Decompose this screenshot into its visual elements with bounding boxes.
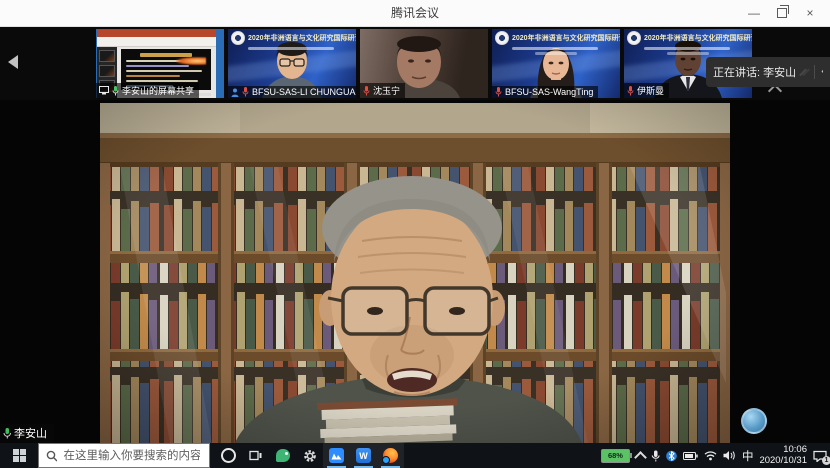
main-speaker-label: 李安山: [0, 424, 54, 443]
windows-taskbar: W 68%: [0, 443, 830, 468]
conference-session-line: [667, 52, 709, 55]
task-view-icon: [249, 449, 262, 462]
microphone-on-icon: [112, 86, 119, 96]
task-view-button[interactable]: [242, 443, 269, 468]
conference-title: 2020年非洲语言与文化研究国际研讨会: [644, 34, 752, 43]
university-logo-icon: [231, 31, 245, 45]
thumbnail-screen-share[interactable]: 李安山的屏幕共享: [96, 29, 224, 98]
participant-label: 伊斯曼: [624, 83, 669, 98]
browser-icon: [383, 448, 398, 463]
now-speaking-text: 正在讲话: 李安山: [713, 64, 796, 80]
thumbnail-participant[interactable]: 2020年非洲语言与文化研究国际研讨会 BFSU-SAS-WangTing: [492, 29, 620, 98]
window-controls: — ×: [740, 0, 824, 26]
conference-title: 2020年非洲语言与文化研究国际研讨会: [248, 34, 356, 43]
tray-battery-icon[interactable]: [683, 451, 698, 461]
microphone-muted-icon: [363, 86, 370, 96]
conference-subtitle-line: [512, 47, 598, 50]
conference-session-line: [535, 52, 577, 55]
search-icon: [46, 450, 57, 462]
title-bar: 腾讯会议 — ×: [0, 0, 830, 27]
clock-time: 10:06: [759, 445, 807, 456]
conference-title: 2020年非洲语言与文化研究国际研讨会: [512, 34, 620, 43]
start-button[interactable]: [0, 443, 38, 468]
main-stage: 李安山: [0, 100, 830, 443]
green-chat-app-icon: [276, 449, 290, 462]
hand-raise-person-icon: [231, 88, 239, 97]
search-input[interactable]: [62, 449, 203, 463]
system-tray: 68%: [601, 443, 830, 468]
hidden-icons-chevron-icon[interactable]: [634, 451, 647, 464]
microphone-muted-icon: [495, 87, 502, 97]
chat-app-button[interactable]: [269, 443, 296, 468]
bluetooth-icon[interactable]: [666, 450, 677, 462]
participant-name: BFSU-SAS-WangTing: [505, 87, 593, 97]
cortana-icon: [221, 448, 236, 463]
participant-name: 李安山的屏幕共享: [122, 84, 194, 97]
clock-date: 2020/10/31: [759, 456, 807, 467]
participant-label: BFSU-SAS-LI CHUNGUAN: [228, 86, 356, 98]
gear-icon: [303, 449, 317, 463]
windows-logo-icon: [13, 449, 26, 462]
wps-icon: W: [356, 448, 371, 463]
tencent-meeting-window: 腾讯会议 — ×: [0, 0, 830, 468]
participant-name: 伊斯曼: [637, 84, 664, 97]
participant-thumbnail-strip: 李安山的屏幕共享 2020年非洲语言与文化研究国际研讨会: [0, 27, 830, 100]
thumbnail-participant[interactable]: 沈玉宁: [360, 29, 488, 98]
meeting-floating-badge-icon[interactable]: [741, 408, 767, 434]
main-speaker-video[interactable]: [100, 103, 730, 443]
restore-button[interactable]: [768, 0, 796, 26]
powerpoint-ribbon: [97, 37, 216, 47]
conference-subtitle-line: [644, 47, 730, 50]
tray-microphone-icon[interactable]: [651, 450, 660, 462]
restore-icon: [777, 8, 787, 18]
participant-name: 沈玉宁: [373, 84, 400, 97]
wps-app-button[interactable]: W: [350, 443, 377, 468]
participant-label: BFSU-SAS-WangTing: [492, 86, 598, 98]
main-speaker-name: 李安山: [14, 425, 47, 441]
close-button[interactable]: ×: [796, 0, 824, 26]
settings-button[interactable]: [296, 443, 323, 468]
microphone-muted-icon: [242, 87, 249, 97]
conference-banner: 2020年非洲语言与文化研究国际研讨会: [627, 31, 749, 53]
speaker-video-scene: [100, 103, 730, 443]
thumbnail-participant[interactable]: 2020年非洲语言与文化研究国际研讨会 BFSU-SAS-LI CHUNGUAN: [228, 29, 356, 98]
previous-page-arrow-icon[interactable]: [8, 55, 18, 69]
notification-count-badge: 1: [822, 456, 830, 465]
battery-percent-indicator[interactable]: 68%: [601, 449, 630, 463]
taskbar-search[interactable]: [38, 443, 210, 468]
microphone-on-icon: [3, 428, 11, 439]
taskbar-clock[interactable]: 10:06 2020/10/31: [759, 445, 807, 466]
powerpoint-titlebar: [97, 30, 216, 37]
tencent-meeting-app-button[interactable]: [323, 443, 350, 468]
network-signal-icon[interactable]: [704, 450, 717, 461]
tencent-meeting-icon: [329, 448, 344, 463]
conference-subtitle-line: [248, 47, 334, 50]
participant-label: 李安山的屏幕共享: [96, 83, 199, 98]
cortana-button[interactable]: [215, 443, 242, 468]
conference-banner: 2020年非洲语言与文化研究国际研讨会: [231, 31, 353, 53]
participant-name: BFSU-SAS-LI CHUNGUAN: [252, 87, 356, 97]
minimize-button[interactable]: —: [740, 0, 768, 26]
university-logo-icon: [495, 31, 509, 45]
slide-graphic: [176, 57, 206, 65]
screen-share-icon: [99, 86, 109, 95]
university-logo-icon: [627, 31, 641, 45]
participant-label: 沈玉宁: [360, 83, 405, 98]
ime-language-indicator[interactable]: 中: [742, 448, 754, 464]
browser-app-button[interactable]: [377, 443, 404, 468]
speaker-icon[interactable]: [723, 450, 736, 461]
microphone-muted-icon: [627, 86, 634, 96]
taskbar-app-icons: W: [215, 443, 404, 468]
conference-banner: 2020年非洲语言与文化研究国际研讨会: [495, 31, 617, 53]
reply-arrow-icon[interactable]: [820, 66, 823, 78]
now-speaking-toast: 正在讲话: 李安山: [706, 57, 830, 87]
action-center-button[interactable]: 1: [813, 450, 827, 462]
window-title: 腾讯会议: [0, 0, 830, 26]
